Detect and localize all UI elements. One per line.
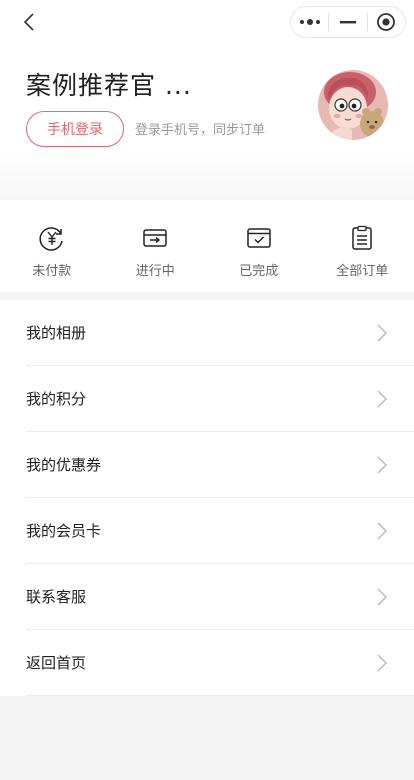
avatar[interactable] xyxy=(318,70,388,140)
order-label: 全部订单 xyxy=(336,264,389,279)
menu-item-album[interactable]: 我的相册 xyxy=(26,300,414,366)
order-status-row: 未付款 进行中 已完成 全部订单 xyxy=(0,200,414,292)
menu-item-label: 我的优惠券 xyxy=(26,456,102,474)
menu-item-label: 我的积分 xyxy=(26,390,87,408)
chevron-right-icon xyxy=(376,389,388,409)
menu-item-coupons[interactable]: 我的优惠券 xyxy=(26,432,414,498)
capsule-menu xyxy=(290,6,406,38)
chevron-right-icon xyxy=(376,653,388,673)
menu-list: 我的相册 我的积分 我的优惠券 我的会员卡 联系客服 返回首页 xyxy=(0,300,414,696)
unpaid-icon xyxy=(38,224,66,252)
more-dots-icon[interactable] xyxy=(291,7,328,37)
all-orders-icon xyxy=(348,224,376,252)
chevron-right-icon xyxy=(376,587,388,607)
profile-header: 案例推荐官 ... 手机登录 登录手机号，同步订单 xyxy=(0,44,414,198)
login-tip-text: 登录手机号，同步订单 xyxy=(135,123,266,138)
user-nickname: 案例推荐官 ... xyxy=(26,71,192,100)
order-in-progress[interactable]: 进行中 xyxy=(104,200,208,292)
menu-item-label: 我的相册 xyxy=(26,324,87,342)
order-label: 未付款 xyxy=(32,264,72,279)
order-all[interactable]: 全部订单 xyxy=(311,200,414,292)
top-bar xyxy=(0,0,414,44)
menu-item-member-card[interactable]: 我的会员卡 xyxy=(26,498,414,564)
chevron-right-icon xyxy=(376,323,388,343)
order-unpaid[interactable]: 未付款 xyxy=(0,200,104,292)
chevron-right-icon xyxy=(376,521,388,541)
order-label: 进行中 xyxy=(135,264,175,279)
back-chevron-icon[interactable] xyxy=(18,10,42,34)
order-completed[interactable]: 已完成 xyxy=(207,200,311,292)
menu-item-label: 返回首页 xyxy=(26,654,87,672)
chevron-right-icon xyxy=(376,455,388,475)
in-progress-icon xyxy=(141,224,169,252)
menu-item-label: 我的会员卡 xyxy=(26,522,102,540)
menu-item-label: 联系客服 xyxy=(26,588,87,606)
menu-item-points[interactable]: 我的积分 xyxy=(26,366,414,432)
completed-icon xyxy=(245,224,273,252)
order-label: 已完成 xyxy=(239,264,279,279)
minimize-icon[interactable] xyxy=(329,7,366,37)
profile-page: 案例推荐官 ... 手机登录 登录手机号，同步订单 未付款 进行中 已完成 全部… xyxy=(0,0,414,780)
menu-item-customer-service[interactable]: 联系客服 xyxy=(26,564,414,630)
menu-item-home[interactable]: 返回首页 xyxy=(26,630,414,696)
phone-login-button[interactable]: 手机登录 xyxy=(26,111,124,147)
target-close-icon[interactable] xyxy=(368,7,405,37)
